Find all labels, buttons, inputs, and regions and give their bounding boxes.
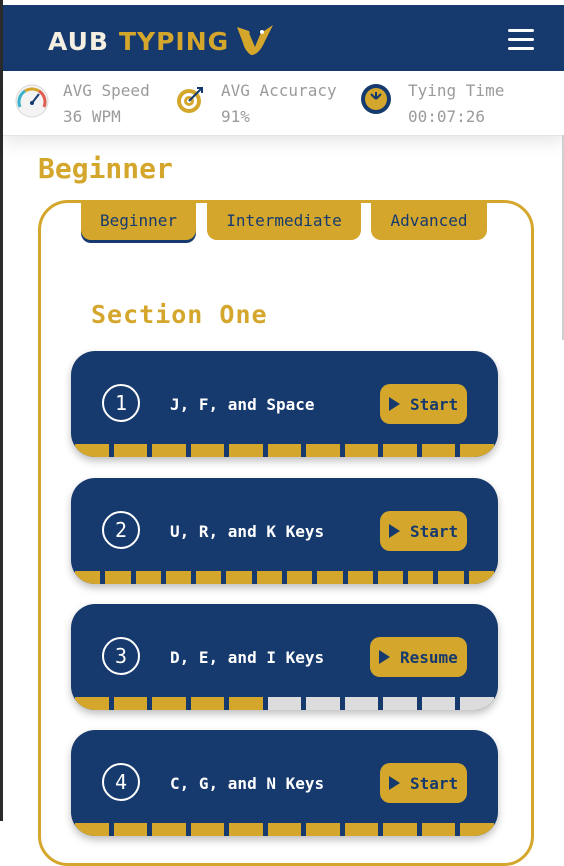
progress-segment-complete xyxy=(347,571,373,584)
lesson-card-1: 1 J, F, and Space Start xyxy=(71,351,498,457)
progress-segment-complete xyxy=(152,697,186,710)
progress-segment-complete xyxy=(229,823,263,836)
play-icon xyxy=(389,524,400,538)
lesson-progress-bar xyxy=(71,697,498,710)
tab-advanced[interactable]: Advanced xyxy=(371,200,487,240)
progress-segment-complete xyxy=(468,571,494,584)
progress-segment-complete xyxy=(383,444,417,457)
progress-segment-pending xyxy=(421,697,456,710)
play-icon xyxy=(389,776,400,790)
progress-segment-complete xyxy=(152,444,186,457)
progress-segment-complete xyxy=(460,444,494,457)
lesson-progress-bar xyxy=(71,823,498,836)
avg-accuracy-value: 91% xyxy=(221,107,250,126)
lesson-title: J, F, and Space xyxy=(170,395,315,414)
lesson-progress-bar xyxy=(71,571,498,584)
lesson-number: 4 xyxy=(102,763,140,801)
lesson-resume-button[interactable]: Resume xyxy=(370,637,467,677)
progress-segment-complete xyxy=(421,444,456,457)
lesson-start-button[interactable]: Start xyxy=(380,763,467,803)
lesson-title: D, E, and I Keys xyxy=(170,648,325,667)
progress-segment-complete xyxy=(190,697,225,710)
progress-segment-complete xyxy=(317,571,343,584)
progress-segment-complete xyxy=(383,823,417,836)
hamburger-icon[interactable] xyxy=(508,29,534,55)
progress-segment-complete xyxy=(113,444,148,457)
progress-segment-complete xyxy=(105,571,131,584)
progress-segment-pending xyxy=(306,697,340,710)
lesson-button-label: Start xyxy=(410,773,459,793)
progress-segment-pending xyxy=(460,697,494,710)
progress-segment-complete xyxy=(287,571,313,584)
progress-segment-complete xyxy=(256,571,282,584)
progress-segment-pending xyxy=(267,697,302,710)
progress-segment-pending xyxy=(344,697,379,710)
stats-bar: AVG Speed 36 WPM AVG Accuracy 91% Tying … xyxy=(3,71,564,136)
speedometer-icon xyxy=(15,84,49,118)
progress-segment-complete xyxy=(421,823,456,836)
progress-segment-complete xyxy=(408,571,434,584)
progress-segment-complete xyxy=(165,571,192,584)
lesson-card-3: 3 D, E, and I Keys Resume xyxy=(71,604,498,710)
logo-text-aub: AUB xyxy=(48,26,109,56)
typing-time-label: Tying Time xyxy=(408,81,505,100)
target-icon xyxy=(177,87,203,113)
lesson-progress-bar xyxy=(71,444,498,457)
progress-segment-complete xyxy=(306,444,340,457)
lesson-number: 2 xyxy=(102,511,140,549)
progress-segment-complete xyxy=(152,823,186,836)
progress-segment-complete xyxy=(267,444,302,457)
tab-beginner[interactable]: Beginner xyxy=(81,200,196,240)
avg-accuracy-label: AVG Accuracy xyxy=(221,81,337,100)
progress-segment-complete xyxy=(229,444,263,457)
lesson-start-button[interactable]: Start xyxy=(380,384,467,424)
progress-segment-complete xyxy=(229,697,263,710)
progress-segment-pending xyxy=(383,697,417,710)
clock-icon xyxy=(361,84,391,114)
avg-speed-label: AVG Speed xyxy=(63,81,150,100)
progress-segment-complete xyxy=(113,697,148,710)
progress-segment-complete xyxy=(344,444,379,457)
progress-segment-complete xyxy=(75,444,109,457)
progress-segment-complete xyxy=(306,823,340,836)
lesson-card-2: 2 U, R, and K Keys Start xyxy=(71,478,498,584)
bird-logo-icon xyxy=(237,25,274,55)
progress-segment-complete xyxy=(344,823,379,836)
tab-intermediate[interactable]: Intermediate xyxy=(207,200,361,240)
progress-segment-complete xyxy=(226,571,252,584)
progress-segment-complete xyxy=(377,571,404,584)
progress-segment-complete xyxy=(196,571,222,584)
progress-segment-complete xyxy=(460,823,494,836)
page-title: Beginner xyxy=(38,152,173,185)
logo-text-typing: TYPING xyxy=(118,26,230,56)
lesson-title: C, G, and N Keys xyxy=(170,774,325,793)
play-icon xyxy=(389,397,400,411)
progress-segment-complete xyxy=(75,571,101,584)
progress-segment-complete xyxy=(267,823,302,836)
typing-time-value: 00:07:26 xyxy=(408,107,486,126)
lesson-start-button[interactable]: Start xyxy=(380,511,467,551)
lesson-title: U, R, and K Keys xyxy=(170,522,325,541)
lesson-button-label: Start xyxy=(410,521,459,541)
lesson-button-label: Resume xyxy=(400,647,458,667)
avg-speed-value: 36 WPM xyxy=(63,107,121,126)
progress-segment-complete xyxy=(438,571,464,584)
progress-segment-complete xyxy=(135,571,161,584)
progress-segment-complete xyxy=(113,823,148,836)
section-title: Section One xyxy=(91,300,268,329)
progress-segment-complete xyxy=(75,823,109,836)
lesson-number: 1 xyxy=(102,384,140,422)
progress-segment-complete xyxy=(190,444,225,457)
progress-segment-complete xyxy=(190,823,225,836)
top-navbar: AUB TYPING xyxy=(3,5,564,71)
lesson-button-label: Start xyxy=(410,394,459,414)
app-logo[interactable]: AUB TYPING xyxy=(48,21,275,61)
lesson-number: 3 xyxy=(102,637,140,675)
lesson-card-4: 4 C, G, and N Keys Start xyxy=(71,730,498,836)
play-icon xyxy=(379,650,390,664)
progress-segment-complete xyxy=(75,697,109,710)
